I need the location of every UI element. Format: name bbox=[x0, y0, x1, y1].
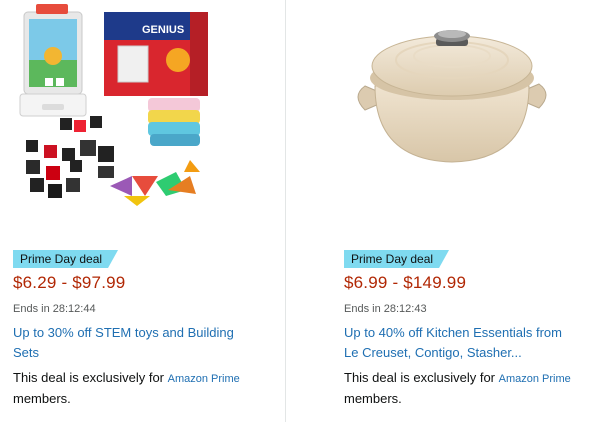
card-divider bbox=[285, 0, 286, 422]
exclusive-note: This deal is exclusively for Amazon Prim… bbox=[344, 368, 584, 409]
prime-day-badge: Prime Day deal bbox=[344, 250, 449, 268]
stem-toy-illustration: GENIUS bbox=[19, 4, 208, 206]
deal-countdown: Ends in 28:12:43 bbox=[344, 303, 427, 315]
deal-countdown: Ends in 28:12:44 bbox=[13, 303, 96, 315]
amazon-prime-link[interactable]: Amazon Prime bbox=[499, 373, 571, 385]
deal-title-link[interactable]: Up to 40% off Kitchen Essentials from Le… bbox=[344, 323, 574, 363]
deal-title-link[interactable]: Up to 30% off STEM toys and Building Set… bbox=[13, 323, 243, 363]
exclusive-suffix: members. bbox=[13, 391, 71, 406]
dutch-oven-illustration bbox=[357, 30, 547, 163]
deal-card[interactable]: GENIUS Prime Day deal $6.29 - $97.99 End… bbox=[0, 0, 270, 422]
deal-price-range: $6.29 - $97.99 bbox=[13, 273, 126, 292]
deal-card[interactable]: Prime Day deal $6.99 - $149.99 Ends in 2… bbox=[331, 0, 596, 422]
svg-text:GENIUS: GENIUS bbox=[142, 24, 184, 36]
prime-day-badge: Prime Day deal bbox=[13, 250, 118, 268]
product-image[interactable] bbox=[331, 0, 596, 235]
exclusive-prefix: This deal is exclusively for bbox=[13, 370, 164, 385]
exclusive-note: This deal is exclusively for Amazon Prim… bbox=[13, 368, 253, 409]
amazon-prime-link[interactable]: Amazon Prime bbox=[168, 373, 240, 385]
exclusive-prefix: This deal is exclusively for bbox=[344, 370, 495, 385]
deal-price-range: $6.99 - $149.99 bbox=[344, 273, 467, 292]
product-image[interactable]: GENIUS bbox=[0, 0, 270, 235]
exclusive-suffix: members. bbox=[344, 391, 402, 406]
deals-grid: GENIUS Prime Day deal $6.29 - $97.99 End… bbox=[0, 0, 596, 422]
